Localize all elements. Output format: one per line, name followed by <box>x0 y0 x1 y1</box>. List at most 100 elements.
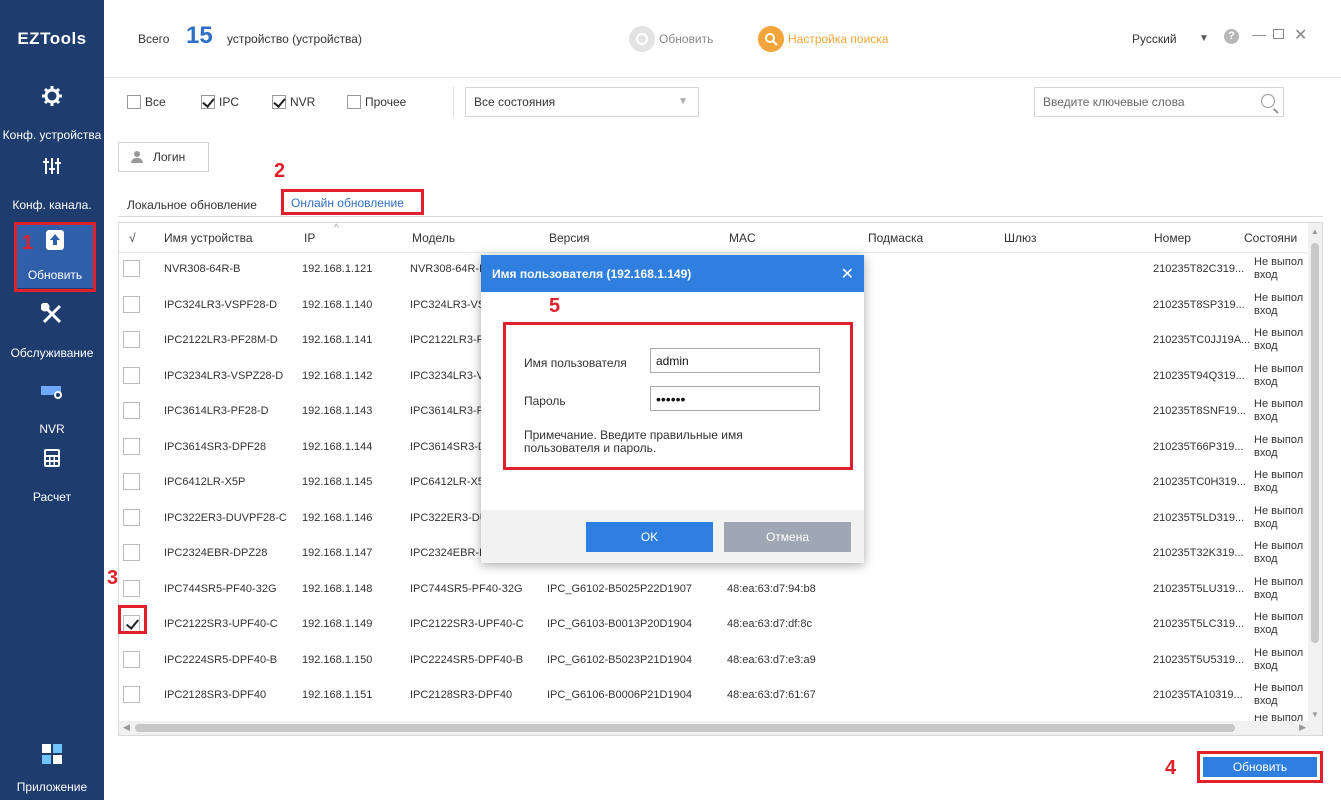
row-checkbox[interactable] <box>123 331 140 348</box>
row-checkbox[interactable] <box>123 473 140 490</box>
row-status-line: Не выпол <box>1254 469 1304 481</box>
column-header-version[interactable]: Версия <box>549 231 590 245</box>
sidebar: EZTools Конф. устройства Конф. канала. О… <box>0 0 104 800</box>
sidebar-item-label: Конф. устройства <box>2 128 102 142</box>
row-status-line: вход <box>1254 482 1278 494</box>
row-checkbox[interactable] <box>123 508 140 526</box>
row-model: IPC744SR5-PF40-32G <box>410 582 523 595</box>
column-header-check[interactable]: √ <box>129 231 136 245</box>
filter-all-checkbox[interactable]: Все <box>127 95 166 109</box>
dialog-note: Примечание. Введите правильные имя польз… <box>524 428 743 455</box>
checkbox-box[interactable] <box>272 95 286 109</box>
tools-icon <box>0 300 104 328</box>
checkbox-box[interactable] <box>201 95 215 109</box>
sidebar-item-label: Приложение <box>16 780 88 794</box>
row-status-line: вход <box>1254 624 1278 636</box>
username-field[interactable] <box>650 348 820 373</box>
row-checkbox[interactable] <box>123 650 140 668</box>
row-checkbox[interactable] <box>123 366 140 384</box>
gear-icon <box>0 82 104 110</box>
table-row[interactable]: IPC2224SR5-DPF40-B 192.168.1.150 IPC2224SR… <box>119 644 1322 677</box>
table-row[interactable]: IPC2122SR3-UPF40-C 192.168.1.149 IPC2122SR… <box>119 608 1322 641</box>
row-device-name: IPC2324EBR-DPZ28 <box>164 547 268 559</box>
search-settings-button[interactable]: Настройка поиска <box>758 26 888 52</box>
status-select[interactable]: Все состояния ▼ <box>465 87 699 117</box>
row-serial: 210235T8SNF19... <box>1153 405 1246 417</box>
sidebar-item-label: Обслуживание <box>10 346 94 360</box>
row-device-name: IPC6412LR-X5P <box>164 476 246 488</box>
sidebar-item-nvr[interactable]: NVR <box>0 372 104 442</box>
row-status-line: Не выпол <box>1254 256 1304 268</box>
login-button[interactable]: Логин <box>118 142 209 172</box>
row-device-name: IPC744SR5-PF40-32G <box>164 582 277 595</box>
ok-button[interactable]: OK <box>586 522 713 552</box>
column-header-ip[interactable]: IP <box>304 231 315 245</box>
row-checkbox[interactable] <box>123 260 140 277</box>
row-device-name: IPC3614LR3-PF28-D <box>164 405 269 417</box>
row-status-line: вход <box>1254 340 1278 352</box>
sidebar-item-device-config[interactable]: Конф. устройства <box>0 78 104 148</box>
language-select[interactable]: Русский <box>1132 32 1177 46</box>
tab-online-update[interactable]: Онлайн обновление <box>281 189 424 215</box>
scroll-thumb[interactable] <box>135 724 1235 732</box>
close-icon[interactable]: ✕ <box>1294 25 1307 45</box>
row-status: Не выпол вход <box>1254 363 1314 389</box>
row-checkbox[interactable] <box>123 437 140 455</box>
row-status-line: Не выпол <box>1254 575 1304 588</box>
column-header-serial[interactable]: Номер <box>1154 231 1191 245</box>
vertical-scrollbar[interactable]: ▲ ▼ <box>1308 223 1322 735</box>
row-model: IPC2128SR3-DPF40 <box>410 689 513 701</box>
checkbox-box[interactable] <box>127 95 141 109</box>
scroll-up-icon[interactable]: ▲ <box>1311 227 1319 236</box>
row-serial: 210235TC0H319... <box>1153 476 1246 488</box>
row-checkbox[interactable] <box>123 579 140 597</box>
close-icon[interactable]: ✕ <box>841 264 854 284</box>
refresh-label: Обновить <box>659 32 714 46</box>
checkbox-box[interactable] <box>347 95 361 109</box>
chevron-down-icon[interactable]: ▼ <box>1199 33 1209 44</box>
column-header-name[interactable]: Имя устройства <box>164 231 253 245</box>
maximize-icon[interactable] <box>1273 29 1284 39</box>
sidebar-item-calculation[interactable]: Расчет <box>0 440 104 510</box>
filter-ipc-checkbox[interactable]: IPC <box>201 95 239 109</box>
eztools-window: EZTools Конф. устройства Конф. канала. О… <box>0 0 1341 800</box>
scroll-left-icon[interactable]: ◀ <box>123 722 130 733</box>
filter-other-checkbox[interactable]: Прочее <box>347 95 406 109</box>
scroll-down-icon[interactable]: ▼ <box>1311 710 1319 719</box>
row-checkbox[interactable] <box>123 544 140 561</box>
username-label: Имя пользователя <box>524 356 627 370</box>
row-checkbox[interactable] <box>123 402 140 419</box>
cancel-button[interactable]: Отмена <box>724 522 851 552</box>
scroll-right-icon[interactable]: ▶ <box>1299 722 1306 733</box>
row-checkbox[interactable] <box>123 686 140 703</box>
row-status-line: вход <box>1254 588 1278 601</box>
search-icon[interactable] <box>1261 94 1275 108</box>
scroll-thumb[interactable] <box>1311 243 1319 643</box>
filter-nvr-label: NVR <box>290 95 316 109</box>
row-checkbox[interactable] <box>123 295 140 313</box>
row-status-line: вход <box>1254 446 1278 459</box>
row-device-name: IPC2128SR3-DPF40 <box>164 689 267 701</box>
sidebar-item-channel-config[interactable]: Конф. канала. <box>0 148 104 218</box>
sidebar-item-maintenance[interactable]: Обслуживание <box>0 296 104 366</box>
column-header-gateway[interactable]: Шлюз <box>1004 231 1037 245</box>
search-input[interactable] <box>1035 88 1245 116</box>
password-field[interactable] <box>650 386 820 411</box>
column-header-mac[interactable]: MAC <box>729 231 756 245</box>
table-row[interactable]: IPC2128SR3-DPF40 192.168.1.151 IPC2128SR3-… <box>119 679 1322 712</box>
column-header-status[interactable]: Состояни <box>1244 231 1297 245</box>
minimize-icon[interactable]: — <box>1252 26 1266 42</box>
column-header-model[interactable]: Модель <box>412 231 455 245</box>
column-header-subnet[interactable]: Подмаска <box>868 231 923 245</box>
sidebar-item-application[interactable]: Приложение <box>0 736 104 800</box>
tab-local-update[interactable]: Локальное обновление <box>127 198 257 212</box>
row-version: IPC_G6106-B0006P21D1904 <box>547 689 692 701</box>
horizontal-scrollbar[interactable]: ◀ ▶ <box>119 721 1322 735</box>
row-device-name: IPC3614SR3-DPF28 <box>164 440 267 453</box>
row-status-line: вход <box>1254 375 1278 388</box>
table-row[interactable]: IPC744SR5-PF40-32G 192.168.1.148 IPC744SR5… <box>119 573 1322 606</box>
row-status: Не выпол вход <box>1254 540 1314 566</box>
help-icon[interactable]: ? <box>1224 29 1239 44</box>
filter-nvr-checkbox[interactable]: NVR <box>272 95 315 109</box>
refresh-button[interactable]: Обновить <box>629 26 713 52</box>
